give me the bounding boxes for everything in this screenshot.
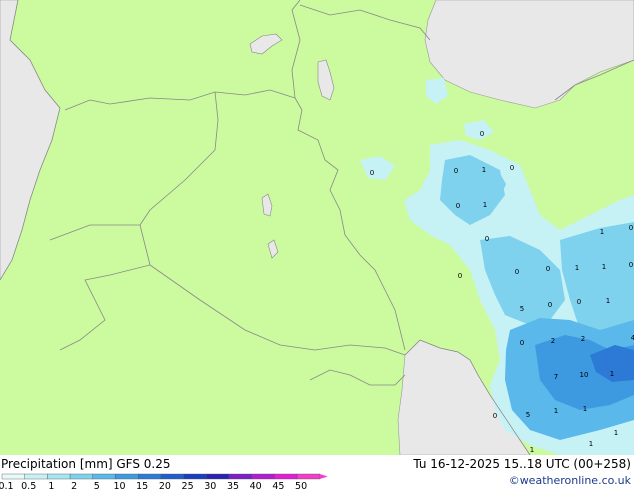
legend-arrow [319, 474, 328, 479]
precip-value-label: 2 [581, 335, 585, 343]
precip-value-label: 0 [629, 224, 633, 232]
valid-time: Tu 16-12-2025 15..18 UTC (00+258) [413, 457, 631, 471]
precip-value-label: 7 [554, 373, 558, 381]
legend-swatch [228, 473, 252, 480]
precip-value-label: 0 [454, 167, 458, 175]
precip-value-label: 1 [610, 370, 614, 378]
legend-swatch [160, 473, 184, 480]
precip-value-label: 5 [526, 411, 530, 419]
precip-value-label: 1 [482, 166, 486, 174]
legend-swatch [24, 473, 48, 480]
precip-value-label: 1 [575, 264, 579, 272]
legend-swatch [115, 473, 139, 480]
credit-link[interactable]: ©weatheronline.co.uk [509, 474, 631, 487]
legend-swatch [206, 473, 230, 480]
footer: Precipitation [mm] GFS 0.25 Tu 16-12-202… [0, 455, 634, 491]
precip-value-label: 0 [510, 164, 514, 172]
legend-swatch [183, 473, 207, 480]
precip-value-label: 1 [614, 429, 618, 437]
legend-swatch [69, 473, 93, 480]
legend-swatch [251, 473, 275, 480]
precip-value-label: 0 [577, 298, 581, 306]
map-title: Precipitation [mm] GFS 0.25 [1, 457, 171, 471]
color-legend: 0.1 0.5 1 2 5 10 15 20 25 30 35 40 45 50 [0, 473, 328, 491]
precip-value-label: 1 [583, 405, 587, 413]
precip-value-label: 0 [515, 268, 519, 276]
legend-swatch [274, 473, 298, 480]
precip-value-label: 0 [520, 339, 524, 347]
precip-value-label: 0 [456, 202, 460, 210]
precip-value-label: 1 [554, 407, 558, 415]
precip-value-label: 1 [483, 201, 487, 209]
precip-value-label: 0 [480, 130, 484, 138]
precip-value-label: 0 [458, 272, 462, 280]
precip-value-label: 1 [530, 446, 534, 454]
precip-value-label: 2 [551, 337, 555, 345]
precip-value-label: 1 [600, 228, 604, 236]
precip-value-label: 1 [589, 440, 593, 448]
precipitation-map: 00 10 00 101 00 0 0 1 1 00 15200 27 10 10 5 1 11114 [0, 0, 634, 455]
precip-value-label: 0 [546, 265, 550, 273]
precip-value-label: 0 [493, 412, 497, 420]
legend-swatch [47, 473, 71, 480]
precip-value-label: 0 [548, 301, 552, 309]
precip-value-label: 10 [580, 371, 589, 379]
precip-value-label: 0 [370, 169, 374, 177]
precip-value-label: 0 [629, 261, 633, 269]
legend-swatch [1, 473, 25, 480]
precip-value-label: 5 [520, 305, 524, 313]
precip-value-label: 1 [602, 263, 606, 271]
legend-swatch [137, 473, 162, 480]
precip-value-label: 1 [606, 297, 610, 305]
precip-value-label: 0 [485, 235, 489, 243]
legend-swatch [296, 473, 321, 480]
legend-swatch [92, 473, 116, 480]
